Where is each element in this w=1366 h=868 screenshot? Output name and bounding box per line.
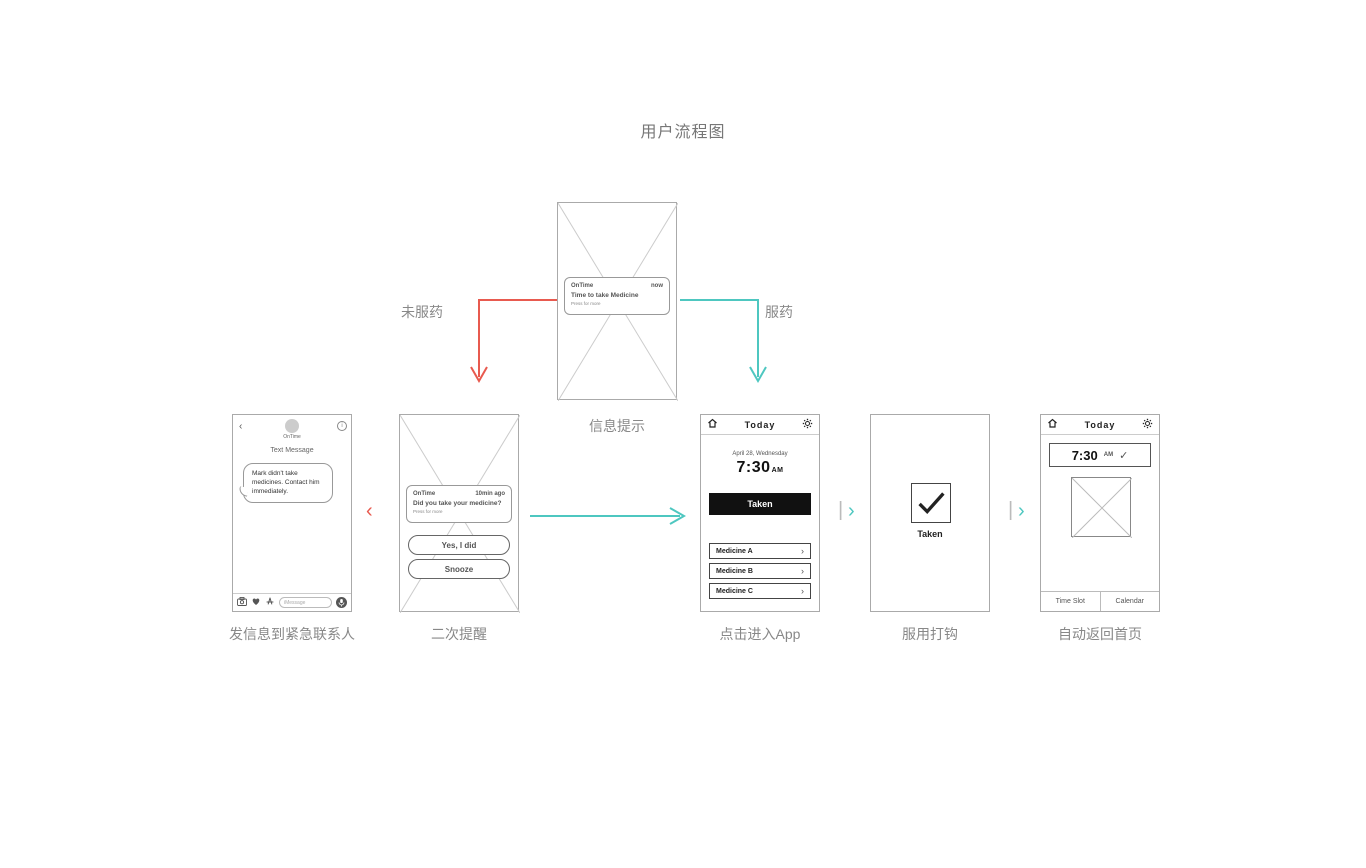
reminder-app-name: OnTime [413, 491, 435, 497]
reminder-hint: Press for more [413, 509, 505, 514]
contact-name: OnTime [233, 434, 351, 440]
taken-label: Taken [871, 529, 989, 539]
home-icon[interactable] [707, 418, 718, 432]
arrow-to-check: › [848, 500, 855, 523]
tab-calendar[interactable]: Calendar [1101, 592, 1160, 611]
reminder-body: Did you take your medicine? [413, 500, 505, 507]
gear-icon[interactable] [802, 418, 813, 432]
medicine-row-b[interactable]: Medicine B › [709, 563, 811, 579]
screen-home: Today 7:30 AM ✓ Time Slot Calendar [1040, 414, 1160, 612]
date-label: April 28, Wednesday [701, 451, 819, 457]
med-label: Medicine C [716, 588, 753, 595]
check-icon [911, 483, 951, 523]
app-header: Today [701, 415, 819, 435]
app-header: Today [1041, 415, 1159, 435]
tab-timeslot[interactable]: Time Slot [1041, 592, 1101, 611]
check-icon: ✓ [1119, 449, 1128, 462]
message-bubble: Mark didn't take medicines. Contact him … [243, 463, 333, 503]
notif-time: now [651, 283, 663, 289]
divider-pipe-icon: | [838, 499, 843, 522]
chevron-right-icon: › [801, 564, 804, 579]
placeholder-x-icon [1072, 478, 1132, 538]
image-placeholder [1071, 477, 1131, 537]
medicine-row-c[interactable]: Medicine C › [709, 583, 811, 599]
reminder-time: 10min ago [475, 491, 505, 497]
notif-hint: Press for more [571, 301, 663, 306]
time-value: 7:30 [737, 459, 771, 476]
med-label: Medicine B [716, 568, 753, 575]
screen-text-message: ‹ OnTime i Text Message Mark didn't take… [232, 414, 352, 612]
screen-app-today: Today April 28, Wednesday 7:30AM Taken M… [700, 414, 820, 612]
notif-body: Time to take Medicine [571, 292, 663, 299]
thread-subtitle: Text Message [233, 447, 351, 454]
gear-icon[interactable] [1142, 418, 1153, 432]
ampm-value: AM [1104, 452, 1113, 458]
arrow-to-emergency: ‹ [366, 500, 373, 523]
mic-icon[interactable] [336, 597, 347, 608]
med-label: Medicine A [716, 548, 753, 555]
snooze-button[interactable]: Snooze [408, 559, 510, 579]
arrow-taken [678, 295, 778, 395]
caption-enter-app: 点击进入App [670, 624, 850, 644]
home-icon[interactable] [1047, 418, 1058, 432]
chevron-right-icon: › [801, 584, 804, 599]
caption-check-taken: 服用打钩 [870, 624, 990, 644]
appstore-icon[interactable] [265, 597, 275, 608]
arrow-not-taken [459, 295, 559, 395]
diagram-title: 用户流程图 [0, 118, 1366, 142]
back-chevron-icon[interactable]: ‹ [239, 421, 242, 432]
time-row[interactable]: 7:30 AM ✓ [1049, 443, 1151, 467]
bottom-tabs: Time Slot Calendar [1041, 591, 1159, 611]
yes-button[interactable]: Yes, I did [408, 535, 510, 555]
ampm-value: AM [772, 467, 784, 474]
notif-app-name: OnTime [571, 283, 593, 289]
heart-icon[interactable] [251, 597, 261, 608]
taken-button[interactable]: Taken [709, 493, 811, 515]
time-value: 7:30 [1072, 448, 1098, 463]
caption-second-reminder: 二次提醒 [399, 624, 519, 644]
avatar-icon[interactable] [285, 419, 299, 433]
screen-second-reminder: OnTime 10min ago Did you take your medic… [399, 414, 519, 612]
caption-return-home: 自动返回首页 [1030, 624, 1170, 644]
screen-notification: OnTime now Time to take Medicine Press f… [557, 202, 677, 400]
notification-card[interactable]: OnTime now Time to take Medicine Press f… [564, 277, 670, 315]
arrow-second-to-app [530, 506, 690, 526]
camera-icon[interactable] [237, 597, 247, 608]
info-icon[interactable]: i [337, 421, 347, 431]
caption-info-prompt: 信息提示 [557, 416, 677, 436]
header-title: Today [745, 420, 776, 430]
message-input[interactable]: iMessage [279, 597, 332, 608]
reminder-card[interactable]: OnTime 10min ago Did you take your medic… [406, 485, 512, 523]
divider-pipe-icon: | [1008, 499, 1013, 522]
label-not-taken: 未服药 [401, 302, 443, 322]
caption-emergency: 发信息到紧急联系人 [192, 624, 392, 644]
medicine-row-a[interactable]: Medicine A › [709, 543, 811, 559]
header-title: Today [1085, 420, 1116, 430]
arrow-to-home: › [1018, 500, 1025, 523]
screen-taken-confirm: Taken [870, 414, 990, 612]
time-display: 7:30AM [701, 459, 819, 477]
chevron-right-icon: › [801, 544, 804, 559]
message-input-bar: iMessage [233, 593, 351, 611]
